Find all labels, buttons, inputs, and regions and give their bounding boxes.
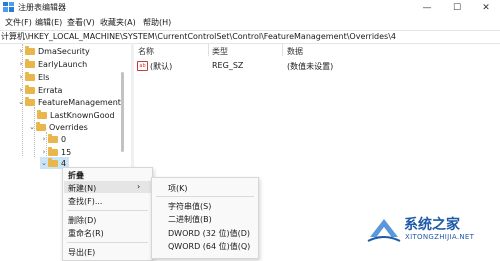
menu-separator <box>67 242 148 243</box>
chevron-right-icon[interactable]: › <box>17 47 25 55</box>
folder-icon <box>25 45 35 55</box>
tree-item-label: 0 <box>61 134 67 144</box>
menu-separator <box>156 196 254 197</box>
folder-icon <box>25 84 35 94</box>
submenu-item-dword-value[interactable]: DWORD (32 位)值(D) <box>168 228 250 239</box>
tree-item-label: DmaSecurity <box>38 46 90 56</box>
tree-item-overrides[interactable]: ⌄ Overrides <box>28 121 88 133</box>
folder-icon <box>37 109 47 119</box>
menu-item-collapse[interactable]: 折叠 <box>68 170 84 181</box>
folder-icon <box>25 58 35 68</box>
close-button[interactable]: ✕ <box>472 0 500 15</box>
chevron-down-icon[interactable]: ⌄ <box>28 123 36 131</box>
chevron-right-icon[interactable]: › <box>17 60 25 68</box>
chevron-right-icon[interactable]: › <box>40 135 48 143</box>
submenu-item-binary-value[interactable]: 二进制值(B) <box>168 214 212 225</box>
column-header-data[interactable]: 数据 <box>287 46 303 57</box>
tree-item-featuremanagement[interactable]: ⌄ FeatureManagement <box>17 96 121 108</box>
menu-item-find[interactable]: 查找(F)... <box>68 196 102 207</box>
column-header-name[interactable]: 名称 <box>138 46 154 57</box>
string-value-icon: ab <box>137 61 148 71</box>
tree-item-earlylaunch[interactable]: › EarlyLaunch <box>17 58 87 70</box>
watermark-title: 系统之家 <box>404 217 460 233</box>
registry-app-icon <box>3 2 14 12</box>
tree-scrollbar-thumb[interactable] <box>121 72 124 152</box>
column-divider[interactable] <box>282 44 283 56</box>
chevron-down-icon[interactable]: ⌄ <box>17 98 25 106</box>
menu-help[interactable]: 帮助(H) <box>143 17 171 28</box>
tree-item-label: Els <box>38 72 50 82</box>
tree-item-errata[interactable]: › Errata <box>17 84 62 96</box>
maximize-button[interactable]: ☐ <box>443 0 471 15</box>
menu-separator <box>67 210 148 211</box>
tree-item-0[interactable]: › 0 <box>40 133 66 145</box>
context-menu: 折叠 新建(N) › 查找(F)... 删除(D) 重命名(R) 导出(E) <box>62 167 153 261</box>
menu-item-rename[interactable]: 重命名(R) <box>68 228 104 239</box>
new-submenu: 项(K) 字符串值(S) 二进制值(B) DWORD (32 位)值(D) QW… <box>151 177 259 259</box>
submenu-item-key[interactable]: 项(K) <box>168 183 188 194</box>
chevron-right-icon[interactable]: › <box>40 148 48 156</box>
menu-item-new[interactable]: 新建(N) <box>68 183 96 194</box>
submenu-item-string-value[interactable]: 字符串值(S) <box>168 201 211 212</box>
chevron-right-icon[interactable]: › <box>17 86 25 94</box>
folder-icon <box>36 121 46 131</box>
value-type: REG_SZ <box>212 61 244 70</box>
folder-icon <box>25 71 35 81</box>
value-data: (数值未设置) <box>287 62 334 71</box>
folder-icon <box>48 133 58 143</box>
menu-file[interactable]: 文件(F) <box>5 17 32 28</box>
menu-favorites[interactable]: 收藏夹(A) <box>100 17 136 28</box>
column-header-type[interactable]: 类型 <box>212 46 228 57</box>
watermark-logo-icon <box>367 219 401 242</box>
tree-item-lastknowngood[interactable]: LastKnownGood <box>37 109 115 121</box>
folder-icon <box>48 146 58 156</box>
menu-edit[interactable]: 编辑(E) <box>35 17 62 28</box>
folder-icon <box>48 157 58 167</box>
window-title: 注册表编辑器 <box>18 3 66 12</box>
submenu-arrow-icon: › <box>137 182 141 191</box>
tree-item-label: EarlyLaunch <box>38 59 88 69</box>
menu-item-export[interactable]: 导出(E) <box>68 247 95 258</box>
chevron-down-icon[interactable]: ⌄ <box>40 159 48 167</box>
value-name[interactable]: (默认) <box>150 61 172 72</box>
tree-item-label: Errata <box>38 85 63 95</box>
tree-item-label: FeatureManagement <box>38 97 121 107</box>
minimize-button[interactable]: — <box>413 0 441 15</box>
menu-view[interactable]: 查看(V) <box>67 17 95 28</box>
submenu-item-qword-value[interactable]: QWORD (64 位)值(Q) <box>168 241 250 252</box>
menu-item-delete[interactable]: 删除(D) <box>68 215 96 226</box>
address-path[interactable]: 计算机\HKEY_LOCAL_MACHINE\SYSTEM\CurrentCon… <box>1 31 396 42</box>
tree-item-els[interactable]: › Els <box>17 71 49 83</box>
tree-item-label: LastKnownGood <box>50 110 115 120</box>
tree-item-label: Overrides <box>49 122 88 132</box>
tree-item-label: 15 <box>61 147 72 157</box>
watermark-subtitle: XITONGZHIJIA.NET <box>405 233 475 241</box>
column-divider[interactable] <box>208 44 209 56</box>
chevron-right-icon[interactable]: › <box>17 73 25 81</box>
folder-icon <box>25 96 35 106</box>
tree-item-dmasecurity[interactable]: › DmaSecurity <box>17 45 90 57</box>
